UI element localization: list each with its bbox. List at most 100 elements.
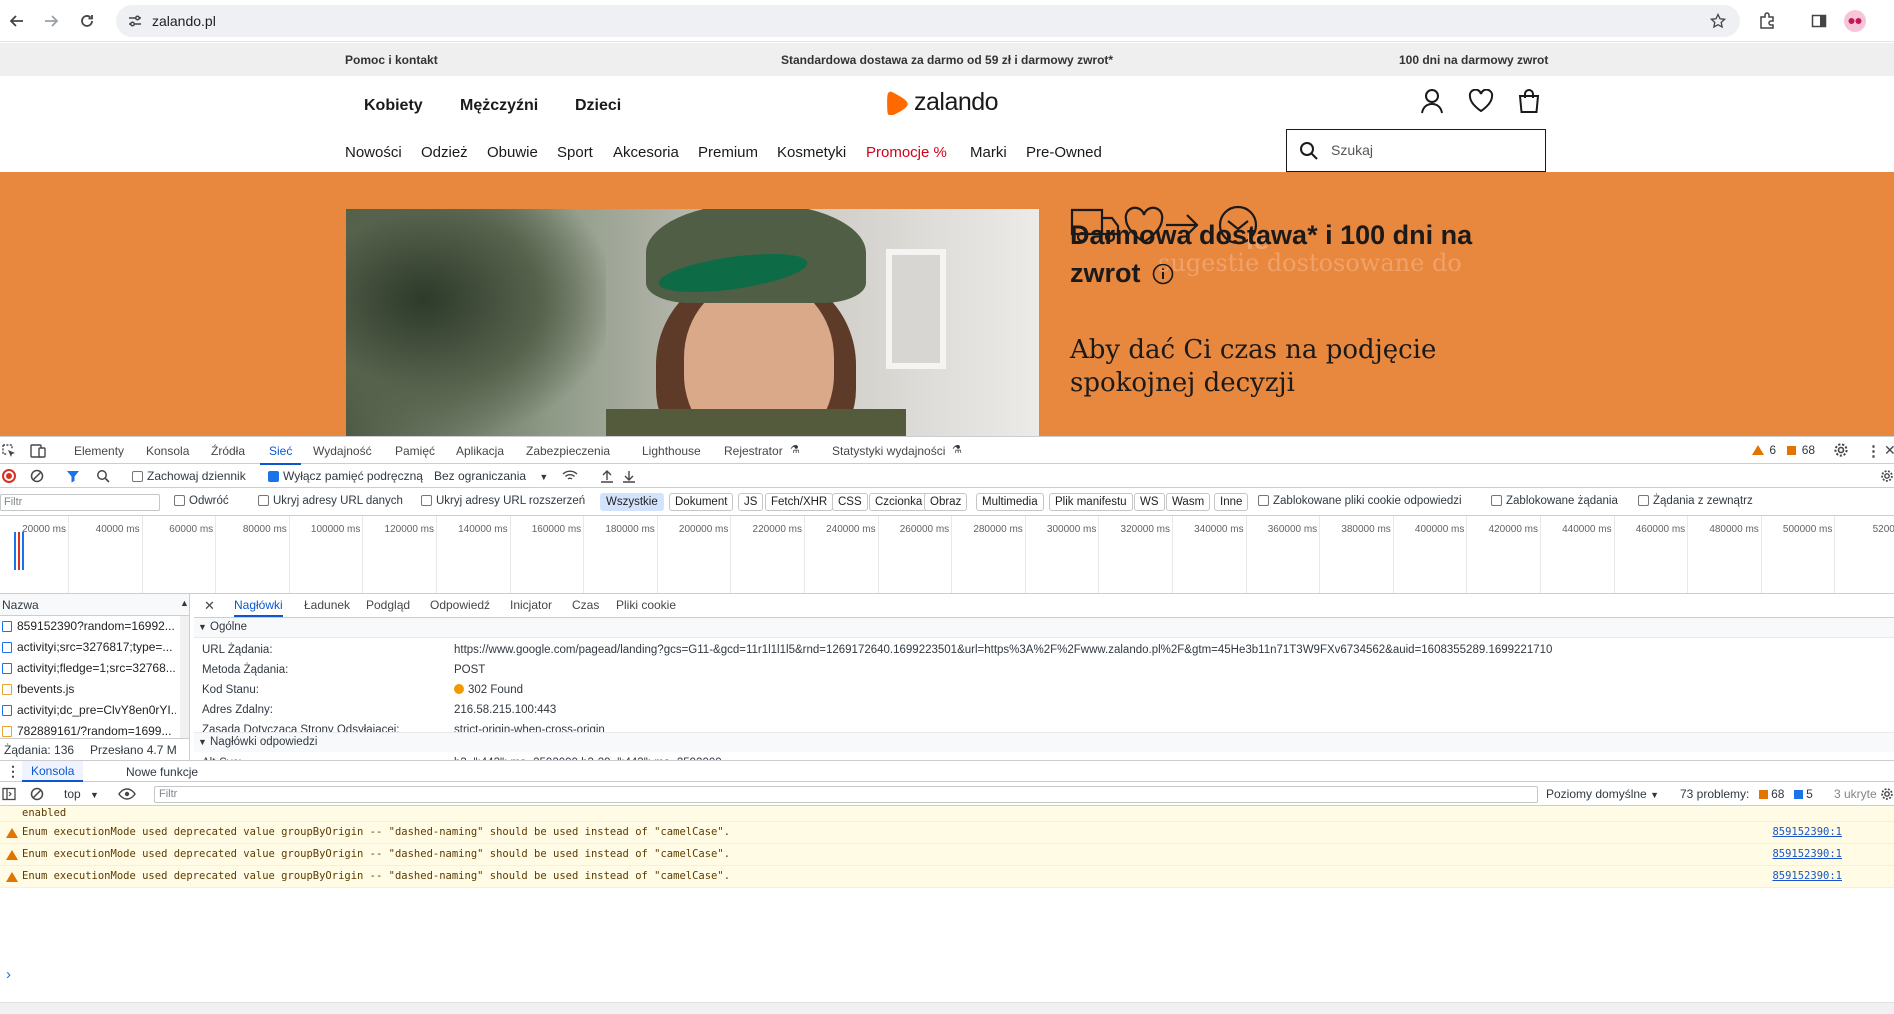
resource-type-filter[interactable]: Dokument	[669, 493, 734, 511]
nav-men[interactable]: Mężczyźni	[460, 97, 538, 115]
console-filter-input[interactable]: Filtr	[154, 786, 1538, 803]
header-value-text[interactable]: 302 Found	[468, 684, 523, 696]
resource-type-filter[interactable]: CSS	[832, 493, 868, 511]
record-icon[interactable]	[2, 469, 16, 483]
devtools-tab[interactable]: Elementy	[74, 437, 124, 465]
preserve-log-checkbox[interactable]: Zachowaj dziennik	[132, 469, 246, 483]
detail-tab[interactable]: Odpowiedź	[430, 594, 490, 617]
live-expression-eye-icon[interactable]	[118, 787, 136, 801]
console-horizontal-scrollbar[interactable]	[0, 1002, 1894, 1014]
throttling-select[interactable]: Bez ograniczania ▼	[434, 469, 548, 483]
close-devtools-icon[interactable]: ✕	[1884, 442, 1894, 459]
header-value-text[interactable]: POST	[454, 664, 485, 676]
url-text[interactable]: zalando.pl	[152, 13, 216, 29]
issues-counter[interactable]: 73 problemy: 68 5	[1680, 787, 1813, 801]
inspect-element-icon[interactable]	[2, 444, 16, 458]
general-section-header[interactable]: ▼ Ogólne	[194, 618, 1894, 638]
export-har-icon[interactable]	[622, 469, 636, 483]
header-value[interactable]: 216.58.215.100:443	[454, 704, 556, 716]
resource-type-filter[interactable]: WS	[1134, 493, 1165, 511]
invert-checkbox[interactable]: Odwróć	[174, 495, 229, 507]
hide-extension-urls-checkbox[interactable]: Ukryj adresy URL rozszerzeń	[421, 495, 585, 507]
device-toolbar-icon[interactable]	[30, 444, 46, 458]
response-headers-section-header[interactable]: ▼ Nagłówki odpowiedzi	[194, 732, 1894, 752]
nav-kids[interactable]: Dzieci	[575, 97, 621, 115]
detail-tab[interactable]: Pliki cookie	[616, 594, 676, 617]
resource-type-filter[interactable]: Czcionka	[869, 493, 929, 511]
forward-icon[interactable]	[38, 8, 64, 34]
category-link[interactable]: Odzież	[421, 144, 468, 161]
detail-tab[interactable]: Podgląd	[366, 594, 410, 617]
devtools-tab[interactable]: Źródła	[211, 437, 245, 465]
resource-type-filter[interactable]: Fetch/XHR	[765, 493, 834, 511]
detail-tab[interactable]: Ładunek	[304, 594, 350, 617]
devtools-tab[interactable]: Wydajność	[313, 437, 372, 465]
search-network-icon[interactable]	[96, 469, 110, 483]
settings-gear-icon[interactable]	[1833, 442, 1849, 458]
reload-icon[interactable]	[74, 8, 100, 34]
category-link[interactable]: Sport	[557, 144, 593, 161]
hide-data-urls-checkbox[interactable]: Ukryj adresy URL danych	[258, 495, 403, 507]
side-panel-icon[interactable]	[1806, 8, 1832, 34]
blocked-requests-checkbox[interactable]: Zablokowane żądania	[1491, 495, 1618, 507]
request-row[interactable]: activityi;src=3276817;type=...	[0, 637, 176, 658]
header-value-text[interactable]: 216.58.215.100:443	[454, 704, 556, 716]
devtools-tab[interactable]: Pamięć	[395, 437, 435, 465]
blocked-cookies-checkbox[interactable]: Zablokowane pliki cookie odpowiedzi	[1258, 495, 1462, 507]
close-detail-icon[interactable]: ✕	[204, 598, 215, 614]
resource-type-filter[interactable]: Wasm	[1166, 493, 1211, 511]
wishlist-icon[interactable]	[1468, 89, 1494, 113]
category-link[interactable]: Nowości	[345, 144, 402, 161]
request-row[interactable]: activityi;fledge=1;src=32768...	[0, 658, 176, 679]
resource-type-filter[interactable]: Inne	[1214, 493, 1249, 511]
drawer-tab-whats-new[interactable]: Nowe funkcje	[126, 765, 198, 779]
drawer-menu-icon[interactable]: ⋮	[6, 763, 20, 780]
disable-cache-checkbox[interactable]: Wyłącz pamięć podręczną	[268, 469, 423, 483]
devtools-tab[interactable]: Zabezpieczenia	[526, 437, 610, 465]
resource-type-filter[interactable]: Obraz	[924, 493, 968, 511]
cart-icon[interactable]	[1517, 88, 1541, 114]
header-value-text[interactable]: https://www.google.com/pagead/landing?gc…	[454, 644, 1552, 656]
console-source-link[interactable]: 859152390:1	[1772, 844, 1842, 865]
network-timeline-overview[interactable]: 20000 ms 40000 ms 60000 ms 80000 ms 100000 m…	[0, 516, 1894, 594]
network-conditions-icon[interactable]	[562, 469, 578, 483]
info-icon[interactable]	[1152, 263, 1174, 285]
devtools-tab[interactable]: Konsola	[146, 437, 189, 465]
extensions-icon[interactable]	[1754, 8, 1780, 34]
nav-women[interactable]: Kobiety	[364, 97, 423, 115]
resource-type-filter[interactable]: JS	[738, 493, 764, 511]
drawer-tab-console[interactable]: Konsola	[22, 761, 84, 782]
detail-tab[interactable]: Inicjator	[510, 594, 552, 617]
import-har-icon[interactable]	[600, 469, 614, 483]
detail-tab[interactable]: Czas	[572, 594, 599, 617]
profile-avatar[interactable]	[1842, 8, 1868, 34]
sidebar-toggle-icon[interactable]	[2, 787, 16, 801]
devtools-tab[interactable]: Lighthouse	[642, 437, 701, 465]
request-row[interactable]: activityi;dc_pre=ClvY8en0rYI...	[0, 700, 176, 721]
returns-info[interactable]: 100 dni na darmowy zwrot	[1399, 53, 1548, 67]
request-list-header[interactable]: Nazwa ▲	[0, 594, 189, 616]
clear-console-icon[interactable]	[30, 787, 44, 801]
shipping-info[interactable]: Standardowa dostawa za darmo od 59 zł i …	[781, 53, 1113, 67]
resource-type-filter[interactable]: Wszystkie	[600, 493, 664, 511]
category-link[interactable]: Marki	[970, 144, 1007, 161]
console-prompt[interactable]: ›	[6, 966, 11, 983]
category-link[interactable]: Promocje %	[866, 144, 947, 161]
header-value[interactable]: https://www.google.com/pagead/landing?gc…	[454, 644, 1552, 656]
context-select[interactable]: top ▼	[64, 787, 99, 801]
resource-type-filter[interactable]: Multimedia	[976, 493, 1044, 511]
detail-tab[interactable]: Nagłówki	[234, 594, 283, 617]
request-row[interactable]: 859152390?random=16992...	[0, 616, 176, 637]
header-value[interactable]: 302 Found	[454, 684, 523, 696]
category-link[interactable]: Obuwie	[487, 144, 538, 161]
devtools-tab[interactable]: Statystyki wydajności	[832, 437, 945, 465]
log-levels-select[interactable]: Poziomy domyślne ▼	[1546, 787, 1659, 801]
request-row[interactable]: fbevents.js	[0, 679, 176, 700]
devtools-tab[interactable]: Sieć	[260, 437, 302, 465]
category-link[interactable]: Akcesoria	[613, 144, 679, 161]
third-party-checkbox[interactable]: Żądania z zewnątrz	[1638, 495, 1753, 507]
category-link[interactable]: Premium	[698, 144, 758, 161]
site-settings-icon[interactable]	[128, 14, 142, 28]
devtools-tab[interactable]: Rejestrator	[724, 437, 783, 465]
console-source-link[interactable]: 859152390:1	[1772, 822, 1842, 843]
